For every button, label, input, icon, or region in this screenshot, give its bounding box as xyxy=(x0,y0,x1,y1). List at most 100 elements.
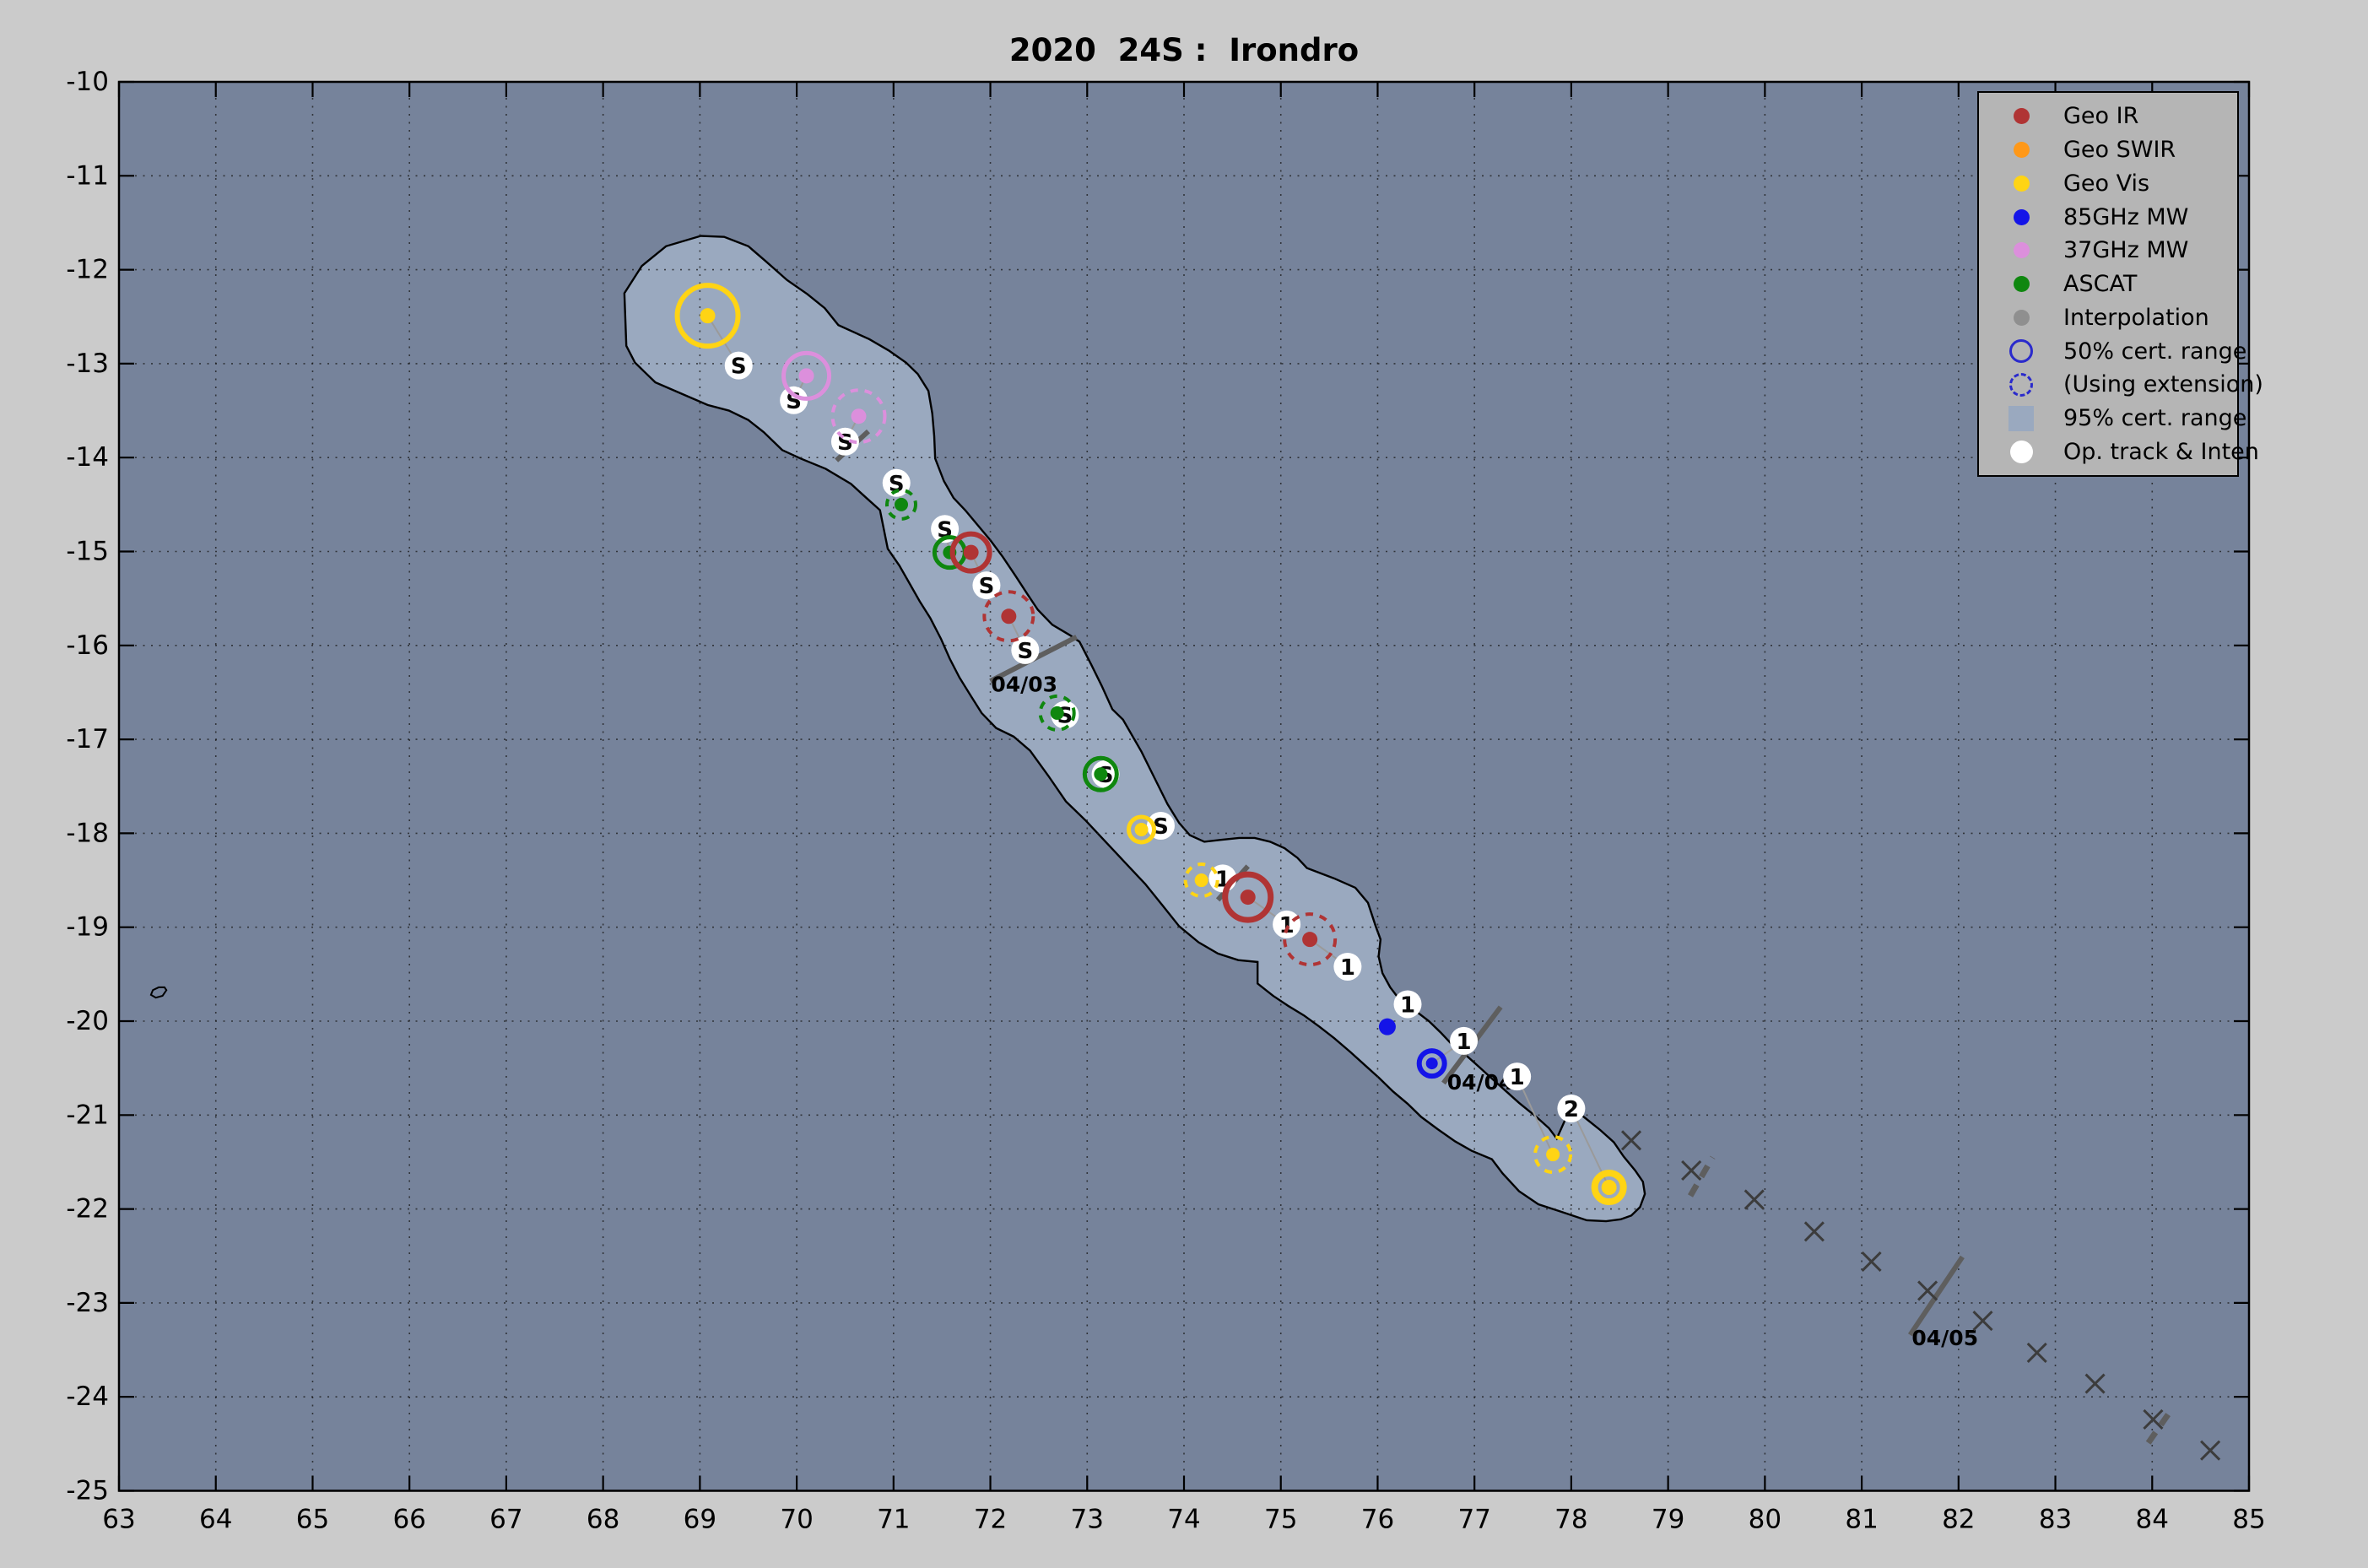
cert95-square-icon xyxy=(2008,406,2034,431)
mw85-dot-icon xyxy=(2014,209,2030,225)
x-tick-label: 77 xyxy=(1457,1505,1490,1535)
geo-swir-dot-icon xyxy=(2014,142,2030,158)
day-tick-label: 04/03 xyxy=(991,672,1057,696)
y-tick-label: -14 xyxy=(66,442,109,473)
cert50-extension-circle-icon xyxy=(2009,373,2033,397)
legend-item-label: (Using extension) xyxy=(2063,371,2263,397)
plot-area xyxy=(119,82,2249,1491)
legend-swatch xyxy=(1979,242,2063,258)
interpolation-dot-icon xyxy=(2014,310,2030,326)
legend-swatch xyxy=(1979,441,2063,463)
op-marker: 1 xyxy=(1503,1062,1531,1090)
y-tick-label: -18 xyxy=(66,818,109,848)
legend-item: (Using extension) xyxy=(1979,370,2237,400)
fix-dot xyxy=(1546,1148,1560,1161)
y-tick-label: -16 xyxy=(66,630,109,661)
y-tick-label: -12 xyxy=(66,255,109,285)
fix-mw85 xyxy=(1379,1019,1396,1035)
fix-dot xyxy=(799,368,814,383)
x-tick-label: 67 xyxy=(489,1505,522,1535)
legend-swatch xyxy=(1979,209,2063,225)
x-tick-label: 85 xyxy=(2232,1505,2265,1535)
fix-dot xyxy=(1379,1019,1396,1035)
y-tick-label: -15 xyxy=(66,537,109,567)
fix-dot xyxy=(895,498,908,511)
y-tick-label: -20 xyxy=(66,1006,109,1036)
x-tick-label: 76 xyxy=(1361,1505,1394,1535)
op-intensity-label: 1 xyxy=(1400,992,1415,1018)
op-intensity-label: 1 xyxy=(1457,1030,1472,1055)
op-intensity-label: 1 xyxy=(1279,913,1295,938)
day-tick-label: 04/05 xyxy=(1911,1326,1978,1350)
op-intensity-label: S xyxy=(731,354,747,380)
x-tick-label: 73 xyxy=(1071,1505,1104,1535)
figure: 04/0304/0404/05SSSSSSSSSS111111263646566… xyxy=(0,0,2368,1568)
op-intensity-label: 2 xyxy=(1564,1097,1579,1122)
fix-dot xyxy=(1302,932,1317,947)
legend-item: 85GHz MW xyxy=(1979,202,2237,232)
x-tick-label: 80 xyxy=(1749,1505,1781,1535)
x-tick-label: 84 xyxy=(2136,1505,2169,1535)
legend-item-label: Geo IR xyxy=(2063,103,2138,129)
y-tick-label: -10 xyxy=(66,67,109,97)
fix-dot xyxy=(1094,767,1107,781)
legend-swatch xyxy=(1979,339,2063,363)
op-marker: 1 xyxy=(1394,990,1422,1018)
chart-layers: 04/0304/0404/05SSSSSSSSSS111111263646566… xyxy=(66,67,2265,1535)
x-tick-label: 64 xyxy=(199,1505,232,1535)
fix-dot xyxy=(1001,608,1016,624)
legend-item-label: Op. track & Inten xyxy=(2063,439,2259,465)
chart-title: 2020 24S : Irondro xyxy=(1009,32,1359,68)
legend-item: Interpolation xyxy=(1979,302,2237,333)
x-tick-label: 66 xyxy=(392,1505,425,1535)
fix-dot xyxy=(1135,823,1149,836)
legend-item: 50% cert. range xyxy=(1979,336,2237,366)
legend-item: Geo SWIR xyxy=(1979,135,2237,165)
legend-swatch xyxy=(1979,276,2063,292)
y-tick-label: -17 xyxy=(66,724,109,754)
legend-swatch xyxy=(1979,406,2063,431)
op-intensity-label: S xyxy=(1017,639,1033,664)
op-intensity-label: 1 xyxy=(1510,1065,1525,1090)
fix-dot xyxy=(1241,889,1256,905)
legend-swatch xyxy=(1979,373,2063,397)
x-tick-label: 70 xyxy=(780,1505,813,1535)
fix-dot xyxy=(852,408,867,424)
x-tick-label: 74 xyxy=(1167,1505,1200,1535)
legend-item-label: Geo Vis xyxy=(2063,170,2149,197)
fix-dot xyxy=(1195,873,1208,887)
x-tick-label: 65 xyxy=(296,1505,329,1535)
geo-vis-dot-icon xyxy=(2014,176,2030,192)
legend-item: 37GHz MW xyxy=(1979,235,2237,266)
legend-swatch xyxy=(1979,176,2063,192)
op-marker: 1 xyxy=(1273,911,1300,938)
legend-item: Op. track & Inten xyxy=(1979,436,2237,467)
y-tick-label: -21 xyxy=(66,1100,109,1130)
x-tick-label: 82 xyxy=(1942,1505,1975,1535)
x-tick-label: 75 xyxy=(1264,1505,1297,1535)
legend-item: Geo IR xyxy=(1979,101,2237,132)
x-tick-label: 68 xyxy=(587,1505,619,1535)
legend-swatch xyxy=(1979,108,2063,124)
x-tick-label: 83 xyxy=(2039,1505,2072,1535)
legend-item-label: 85GHz MW xyxy=(2063,204,2188,230)
y-tick-label: -11 xyxy=(66,160,109,191)
legend-swatch xyxy=(1979,142,2063,158)
op-marker: 1 xyxy=(1450,1027,1478,1055)
fix-dot xyxy=(1602,1180,1617,1195)
fix-dot xyxy=(1051,706,1064,720)
x-tick-label: 69 xyxy=(684,1505,716,1535)
x-tick-label: 72 xyxy=(974,1505,1007,1535)
fix-dot xyxy=(700,308,716,323)
op-intensity-label: S xyxy=(889,472,905,497)
legend-item: ASCAT xyxy=(1979,269,2237,300)
x-tick-label: 78 xyxy=(1554,1505,1587,1535)
legend-item-label: 37GHz MW xyxy=(2063,237,2188,263)
x-tick-label: 71 xyxy=(877,1505,910,1535)
y-tick-label: -23 xyxy=(66,1288,109,1318)
ascat-dot-icon xyxy=(2014,276,2030,292)
geo-ir-dot-icon xyxy=(2014,108,2030,124)
y-tick-label: -19 xyxy=(66,912,109,943)
op-intensity-label: 1 xyxy=(1340,955,1355,981)
x-tick-label: 81 xyxy=(1845,1505,1878,1535)
